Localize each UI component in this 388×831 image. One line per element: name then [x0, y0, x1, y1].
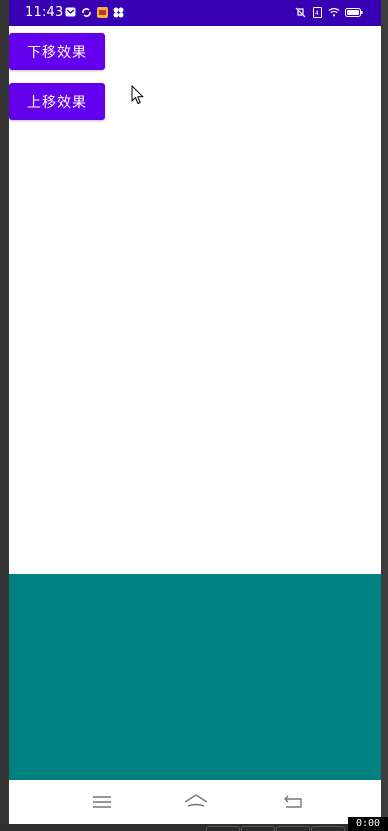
mouse-cursor-icon — [131, 85, 145, 105]
frame-edge-right — [381, 0, 388, 831]
recording-timer: 0:00 — [348, 817, 388, 831]
device-frame: 11:43 4 下移效果 上移效果 0:00 — [0, 0, 388, 831]
wifi-icon — [328, 6, 340, 18]
move-down-button[interactable]: 下移效果 — [9, 33, 105, 70]
frame-edge-left — [0, 0, 9, 831]
window-tab — [241, 826, 275, 831]
menu-icon[interactable] — [91, 792, 113, 812]
back-icon[interactable] — [282, 792, 304, 812]
svg-text:4: 4 — [315, 10, 319, 17]
mute-icon — [294, 6, 306, 18]
status-bar: 11:43 4 — [9, 0, 381, 26]
move-up-button[interactable]: 上移效果 — [9, 83, 105, 120]
status-left-icons — [64, 6, 124, 18]
app-badge-icon — [96, 6, 108, 18]
sync-icon — [80, 6, 92, 18]
home-icon[interactable] — [183, 792, 208, 812]
window-tab — [276, 826, 310, 831]
status-time: 11:43 — [25, 5, 64, 20]
animated-panel — [9, 574, 381, 780]
battery-icon — [345, 6, 363, 18]
content-area: 下移效果 上移效果 — [9, 26, 381, 574]
battery-saver-icon: 4 — [311, 6, 323, 18]
phone-screen: 11:43 4 下移效果 上移效果 — [9, 0, 381, 824]
navigation-bar — [9, 780, 381, 824]
window-tab — [311, 826, 345, 831]
mail-icon — [64, 6, 76, 18]
window-tab — [206, 826, 240, 831]
flower-icon — [112, 6, 124, 18]
status-right-icons: 4 — [294, 6, 363, 18]
